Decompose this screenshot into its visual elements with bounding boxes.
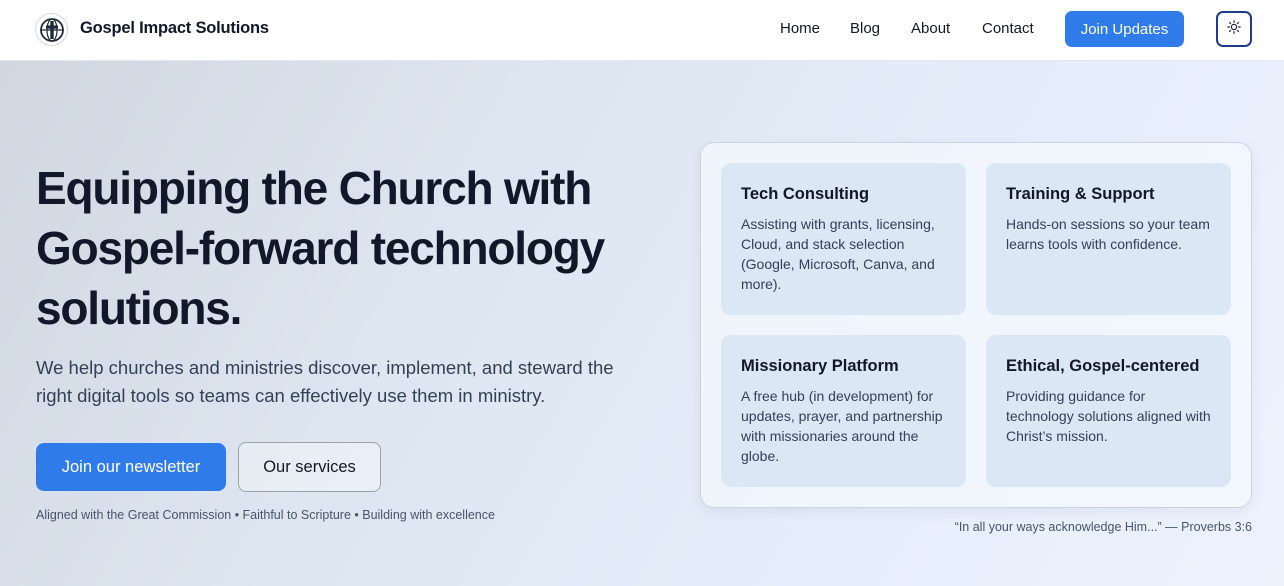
join-updates-button[interactable]: Join Updates: [1065, 11, 1184, 47]
service-card-text: A free hub (in development) for updates,…: [741, 388, 943, 464]
our-services-button[interactable]: Our services: [238, 442, 381, 492]
services-panel: Tech Consulting Assisting with grants, l…: [700, 142, 1252, 508]
cross-globe-icon[interactable]: [35, 13, 68, 46]
theme-toggle-button[interactable]: [1216, 11, 1252, 47]
service-card-text: Assisting with grants, licensing, Cloud,…: [741, 216, 935, 292]
nav-about[interactable]: About: [911, 20, 950, 37]
nav-blog[interactable]: Blog: [850, 20, 880, 37]
hero-subtitle: We help churches and ministries discover…: [36, 357, 614, 406]
hero-tagline: Aligned with the Great Commission • Fait…: [36, 508, 495, 522]
service-card-title: Missionary Platform: [741, 357, 899, 375]
join-newsletter-button[interactable]: Join our newsletter: [36, 443, 226, 491]
service-card-tech-consulting: Tech Consulting Assisting with grants, l…: [721, 163, 966, 315]
service-card-training-support: Training & Support Hands-on sessions so …: [986, 163, 1231, 315]
service-card-text: Providing guidance for technology soluti…: [1006, 388, 1211, 444]
brand-name[interactable]: Gospel Impact Solutions: [80, 19, 269, 38]
hero-title: Equipping the Church with Gospel-forward…: [36, 162, 605, 334]
nav-home[interactable]: Home: [780, 20, 820, 37]
service-card-text: Hands-on sessions so your team learns to…: [1006, 216, 1210, 252]
nav-contact[interactable]: Contact: [982, 20, 1034, 37]
service-card-title: Ethical, Gospel-centered: [1006, 357, 1200, 375]
service-card-title: Training & Support: [1006, 185, 1155, 203]
scripture-quote: “In all your ways acknowledge Him...” — …: [954, 520, 1252, 534]
sun-icon: [1227, 19, 1241, 39]
service-card-ethical-gospel-centered: Ethical, Gospel-centered Providing guida…: [986, 335, 1231, 487]
service-card-missionary-platform: Missionary Platform A free hub (in devel…: [721, 335, 966, 487]
service-card-title: Tech Consulting: [741, 185, 870, 203]
site-header: Gospel Impact Solutions Home Blog About …: [0, 0, 1284, 61]
